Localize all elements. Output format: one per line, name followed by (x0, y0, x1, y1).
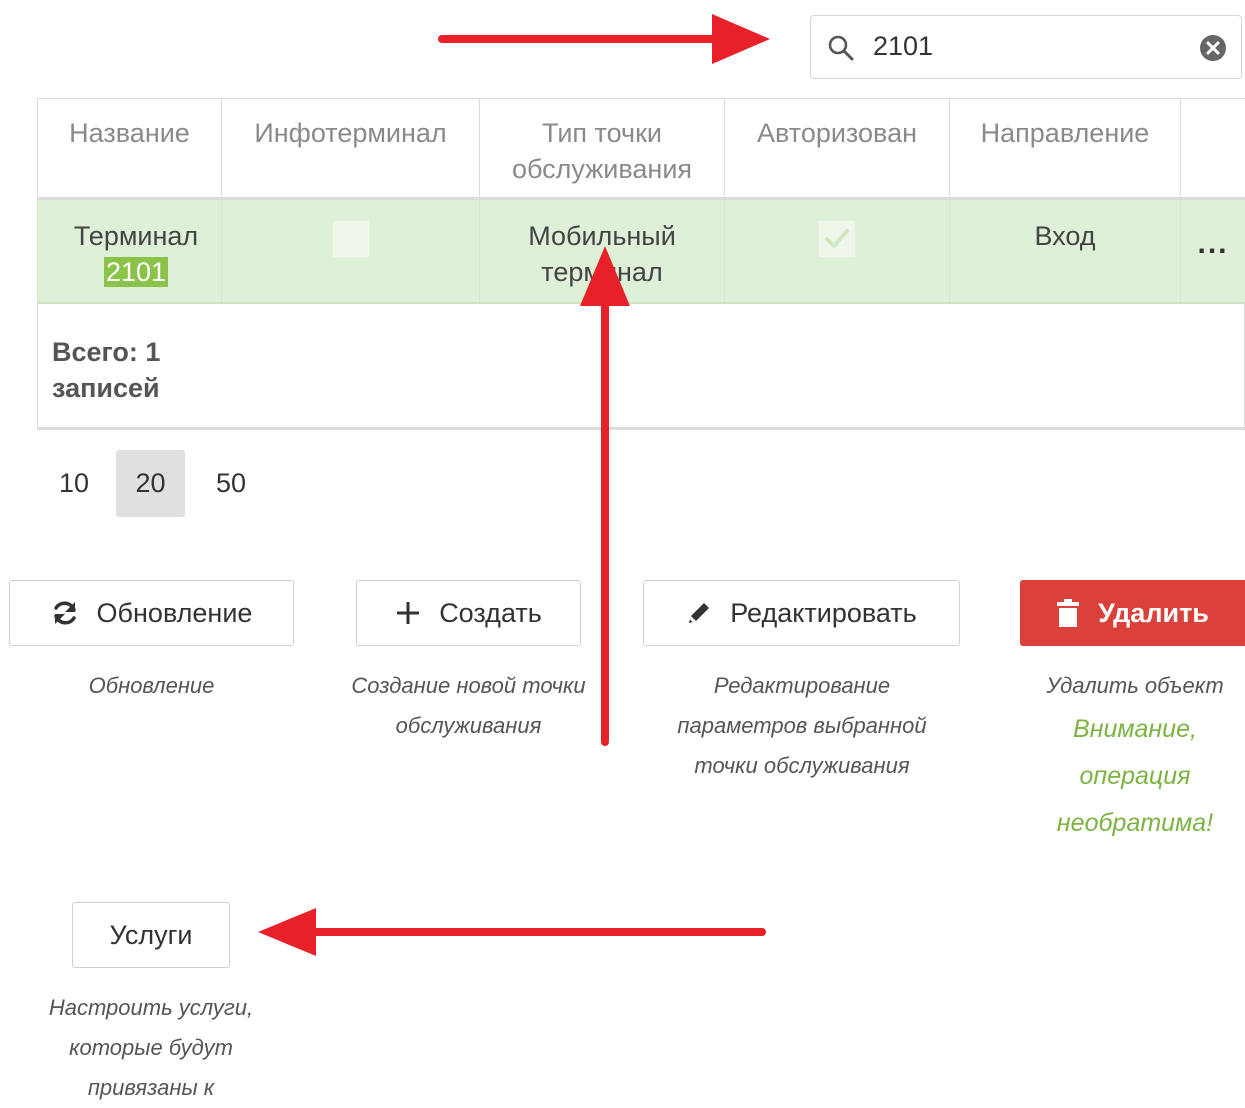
create-button-label: Создать (439, 598, 542, 629)
refresh-icon (51, 599, 79, 627)
search-icon (827, 34, 855, 62)
search-box[interactable] (810, 15, 1242, 79)
refresh-button-label: Обновление (97, 598, 253, 629)
service-points-table: Название Инфотерминал Тип точки обслужив… (37, 98, 1245, 304)
cell-name[interactable]: Терминал 2101 (38, 199, 222, 303)
search-match-highlight: 2101 (104, 257, 168, 287)
create-caption: Создание новой точки обслуживания (340, 666, 597, 746)
edit-button-label: Редактировать (730, 598, 917, 629)
column-header-actions (1181, 99, 1245, 199)
delete-button[interactable]: Удалить (1020, 580, 1245, 646)
edit-button[interactable]: Редактировать (643, 580, 960, 646)
services-button-label: Услуги (109, 920, 192, 951)
search-input[interactable] (873, 31, 1173, 62)
cell-type[interactable]: Мобильный терминал (480, 199, 725, 303)
services-button[interactable]: Услуги (72, 902, 230, 968)
delete-caption: Удалить объект (1025, 666, 1245, 706)
page-size-50[interactable]: 50 (205, 450, 257, 517)
create-button[interactable]: Создать (356, 580, 581, 646)
services-caption: Настроить услуги, которые будут привязан… (30, 988, 272, 1108)
page-size-20[interactable]: 20 (116, 450, 185, 517)
plus-icon (395, 600, 421, 626)
column-header-name[interactable]: Название (38, 99, 222, 199)
authorized-checkbox (818, 220, 856, 258)
trash-icon (1056, 599, 1080, 627)
column-header-infoterminal[interactable]: Инфотерминал (222, 99, 480, 199)
cell-authorized[interactable] (725, 199, 950, 303)
infoterminal-checkbox (332, 220, 370, 258)
more-icon[interactable]: ... (1197, 227, 1228, 260)
table-row[interactable]: Терминал 2101 Мобильный терминал Вход ..… (38, 199, 1245, 303)
cell-direction[interactable]: Вход (950, 199, 1181, 303)
table-header-row: Название Инфотерминал Тип точки обслужив… (38, 99, 1245, 199)
refresh-caption: Обновление (9, 666, 294, 706)
cell-name-prefix: Терминал (74, 221, 198, 251)
page-size-10[interactable]: 10 (50, 450, 98, 517)
column-header-authorized[interactable]: Авторизован (725, 99, 950, 199)
refresh-button[interactable]: Обновление (9, 580, 294, 646)
edit-caption: Редактирование параметров выбранной точк… (656, 666, 948, 786)
cell-actions[interactable]: ... (1181, 199, 1245, 303)
check-icon (824, 227, 850, 249)
table-footer: Всего: 1 записей (37, 302, 1245, 430)
arrow-to-search (442, 14, 770, 64)
column-header-type[interactable]: Тип точки обслуживания (480, 99, 725, 199)
delete-warning: Внимание, операция необратима! (1030, 706, 1240, 847)
arrow-to-services (258, 908, 762, 956)
pencil-icon (686, 600, 712, 626)
clear-icon[interactable] (1199, 34, 1227, 62)
column-header-direction[interactable]: Направление (950, 99, 1181, 199)
cell-infoterminal[interactable] (222, 199, 480, 303)
total-records: Всего: 1 записей (52, 334, 202, 406)
delete-button-label: Удалить (1098, 598, 1209, 629)
